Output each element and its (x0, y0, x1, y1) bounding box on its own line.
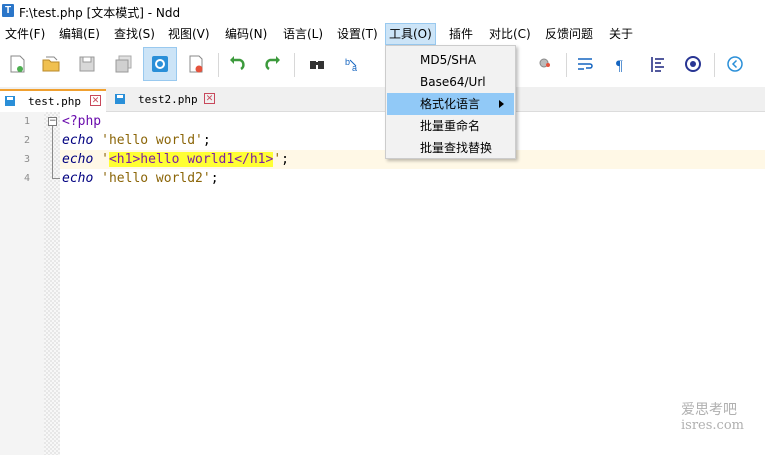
new-file-icon[interactable] (6, 53, 28, 75)
toolbar-separator (714, 53, 715, 77)
svg-text:¶: ¶ (616, 58, 623, 74)
menu-item-batch-find-replace[interactable]: 批量查找替换 (387, 137, 514, 159)
indent-guide-icon[interactable] (646, 53, 668, 75)
menu-settings[interactable]: 设置(T) (334, 23, 381, 45)
toolbar-separator (294, 53, 295, 77)
find-icon[interactable] (306, 53, 328, 75)
tab-test2-php[interactable]: test2.php ✕ (110, 89, 220, 110)
menu-plugins[interactable]: 插件 (446, 23, 476, 45)
record-macro-icon[interactable] (682, 53, 704, 75)
save-icon[interactable] (76, 53, 98, 75)
zoom-icon[interactable] (534, 53, 556, 75)
close-tab-icon[interactable]: ✕ (90, 95, 101, 106)
open-file-icon[interactable] (40, 53, 62, 75)
menu-bar: 文件(F) 编辑(E) 查找(S) 视图(V) 编码(N) 语言(L) 设置(T… (0, 23, 765, 45)
code-line-2[interactable]: echo 'hello world'; (62, 133, 211, 148)
show-symbols-icon[interactable]: ¶ (610, 53, 632, 75)
navigate-back-icon[interactable] (724, 53, 746, 75)
svg-text:b: b (345, 57, 350, 67)
code-line-3[interactable]: echo '<h1>hello world1</h1>'; (62, 152, 289, 167)
fold-line (52, 126, 53, 178)
window-title: F:\test.php [文本模式] - Ndd (19, 6, 181, 20)
menu-feedback[interactable]: 反馈问题 (542, 23, 596, 45)
close-file-icon[interactable] (185, 53, 207, 75)
app-logo-icon: T (2, 4, 14, 17)
tab-test-php[interactable]: test.php ✕ (0, 89, 106, 112)
menu-edit[interactable]: 编辑(E) (56, 23, 103, 45)
save-all-icon[interactable] (112, 53, 134, 75)
menu-item-batch-rename[interactable]: 批量重命名 (387, 115, 514, 137)
menu-view[interactable]: 视图(V) (165, 23, 213, 45)
menu-item-label: 格式化语言 (420, 97, 481, 111)
menu-language[interactable]: 语言(L) (280, 23, 326, 45)
undo-icon[interactable] (226, 53, 248, 75)
fold-end (52, 178, 60, 179)
toolbar-separator (218, 53, 219, 77)
submenu-arrow-icon (499, 100, 504, 108)
toolbar: ba ¶ (0, 45, 765, 85)
menu-about[interactable]: 关于 (606, 23, 636, 45)
file-saved-icon (115, 94, 125, 104)
tab-label: test.php (28, 95, 81, 108)
line-number: 4 (23, 173, 30, 184)
title-bar: T F:\test.php [文本模式] - Ndd (0, 0, 765, 22)
toolbar-separator (566, 53, 567, 77)
code-line-1[interactable]: <?php (62, 114, 101, 129)
replace-icon[interactable]: ba (342, 53, 364, 75)
line-number: 3 (23, 154, 30, 165)
tools-dropdown-menu: MD5/SHA Base64/Url 格式化语言 批量重命名 批量查找替换 (385, 45, 516, 159)
tab-label: test2.php (138, 93, 198, 106)
redo-icon[interactable] (262, 53, 284, 75)
close-tab-icon[interactable]: ✕ (204, 93, 215, 104)
code-line-4[interactable]: echo 'hello world2'; (62, 171, 219, 186)
menu-search[interactable]: 查找(S) (111, 23, 158, 45)
fold-toggle-icon[interactable]: − (48, 117, 57, 126)
line-number: 2 (23, 135, 30, 146)
menu-encoding[interactable]: 编码(N) (222, 23, 270, 45)
edit-mode-icon[interactable] (143, 47, 177, 81)
watermark-line1: 爱思考吧 (681, 402, 737, 418)
menu-item-md5-sha[interactable]: MD5/SHA (387, 49, 514, 71)
line-number-gutter: 1 2 3 4 (0, 112, 44, 455)
selection-highlight: <h1>hello world1</h1> (108, 152, 274, 167)
menu-file[interactable]: 文件(F) (2, 23, 48, 45)
menu-tools[interactable]: 工具(O) (385, 23, 436, 45)
menu-item-format-language[interactable]: 格式化语言 (387, 93, 514, 115)
watermark-line2: isres.com (681, 418, 744, 433)
menu-compare[interactable]: 对比(C) (486, 23, 534, 45)
line-number: 1 (23, 116, 30, 127)
watermark: 爱思考吧 isres.com (681, 402, 744, 434)
tab-bar: test.php ✕ test2.php ✕ (0, 87, 765, 112)
menu-item-base64-url[interactable]: Base64/Url (387, 71, 514, 93)
wrap-icon[interactable] (574, 53, 596, 75)
file-saved-icon (5, 96, 15, 106)
